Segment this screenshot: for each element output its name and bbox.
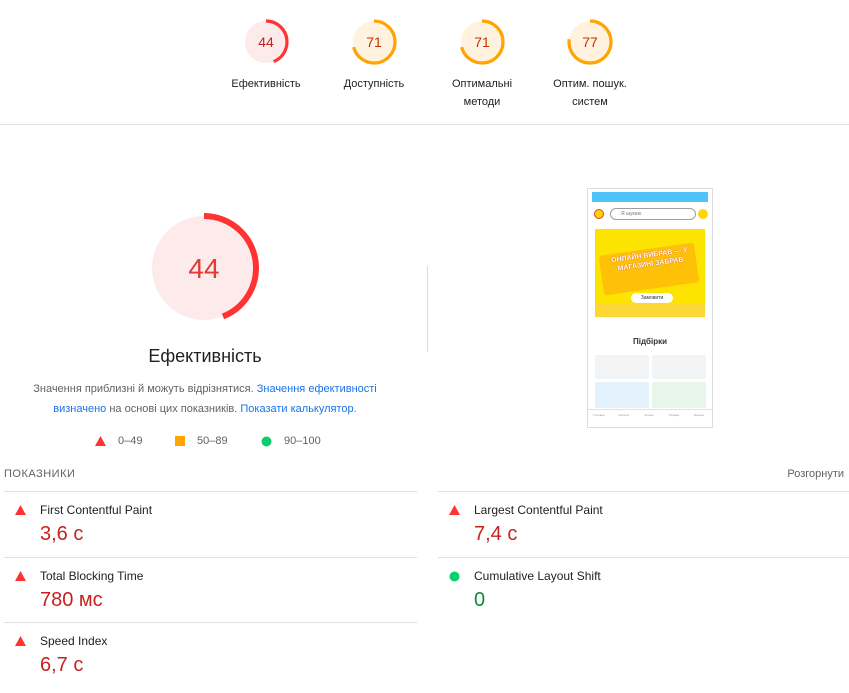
gauge-label: Доступність xyxy=(343,78,405,90)
promo-features-strip xyxy=(595,303,705,317)
main-performance-gauge: 44 xyxy=(148,212,260,324)
site-bottom-nav: Головна Каталог Кошик Обране Більше xyxy=(588,409,712,427)
metric-speed-index: Speed Index 6,7 с xyxy=(4,622,417,688)
square-icon xyxy=(175,436,185,446)
category-scores-bar: 44 Ефективність 71 Доступність 71 Оптима… xyxy=(0,0,849,125)
site-nav-item: Кошик xyxy=(644,413,654,417)
score-note: Значення приблизні й можуть відрізнятися… xyxy=(20,379,390,419)
fail-triangle-icon xyxy=(15,505,26,515)
score-ring-best-practices: 71 xyxy=(459,19,505,65)
site-section-title: Підбірки xyxy=(632,337,668,346)
expand-metrics-button[interactable]: Розгорнути xyxy=(787,468,844,480)
gauge-score: 71 xyxy=(474,34,490,50)
legend-item-pass: 90–100 xyxy=(261,432,321,450)
final-screenshot-thumbnail[interactable]: Я шукаю ОНЛАЙН ВИБРАВ — У МАГАЗИНІ ЗАБРА… xyxy=(587,188,713,428)
site-top-banner xyxy=(592,192,708,202)
gauge-label: Ефективність xyxy=(231,78,301,90)
main-score-value: 44 xyxy=(188,253,219,284)
metric-value: 7,4 с xyxy=(474,523,518,545)
metric-name: Cumulative Layout Shift xyxy=(474,569,601,583)
gauge-score: 77 xyxy=(582,34,598,50)
promo-button: Замовити xyxy=(631,293,673,303)
fail-triangle-icon xyxy=(15,571,26,581)
metrics-heading: ПОКАЗНИКИ xyxy=(4,468,76,480)
site-nav-item: Обране xyxy=(668,413,680,417)
gauge-score: 71 xyxy=(366,34,382,50)
metric-value: 780 мс xyxy=(40,589,103,611)
metric-value: 0 xyxy=(474,589,486,611)
legend-item-average: 50–89 xyxy=(175,432,228,450)
site-product-card xyxy=(652,355,706,379)
site-nav-item: Головна xyxy=(593,413,605,417)
site-search-box: Я шукаю xyxy=(610,208,696,220)
site-product-card xyxy=(595,355,649,379)
legend-item-fail: 0–49 xyxy=(95,432,142,450)
metric-tbt: Total Blocking Time 780 мс xyxy=(4,557,417,623)
metric-fcp: First Contentful Paint 3,6 с xyxy=(4,491,417,557)
gauge-accessibility[interactable]: 71 Доступність xyxy=(319,18,429,93)
metric-name: Total Blocking Time xyxy=(40,569,144,583)
score-ring-performance: 44 xyxy=(243,19,289,65)
fail-triangle-icon xyxy=(15,636,26,646)
note-text-2: на основі цих показників. xyxy=(109,403,238,415)
triangle-icon xyxy=(95,436,106,446)
score-ring-seo: 77 xyxy=(567,19,613,65)
metric-value: 3,6 с xyxy=(40,523,84,545)
gauge-label-line2: методи xyxy=(463,96,501,108)
main-score-ring: 44 xyxy=(149,213,259,323)
gauge-label-line1: Оптимальні xyxy=(451,78,513,90)
note-period: . xyxy=(353,403,357,415)
site-promo-banner: ОНЛАЙН ВИБРАВ — У МАГАЗИНІ ЗАБРАВ Замови… xyxy=(595,229,705,317)
metric-name: Speed Index xyxy=(40,634,108,648)
metric-name: First Contentful Paint xyxy=(40,503,153,517)
metric-cls: Cumulative Layout Shift 0 xyxy=(438,557,849,623)
gauge-performance[interactable]: 44 Ефективність xyxy=(211,18,321,93)
gauge-label-line1: Оптим. пошук. xyxy=(553,78,627,90)
gauge-score: 44 xyxy=(258,34,274,50)
site-product-card xyxy=(595,382,649,408)
legend-range: 90–100 xyxy=(284,435,321,447)
gauge-label-line2: систем xyxy=(572,96,608,108)
site-cart-icon xyxy=(698,209,708,219)
main-gauge-title: Ефективність xyxy=(148,346,262,366)
pass-circle-icon xyxy=(449,571,460,582)
show-calculator-link[interactable]: Показати калькулятор xyxy=(240,403,353,415)
site-logo-icon xyxy=(594,209,604,219)
gauge-seo[interactable]: 77 Оптим. пошук. систем xyxy=(535,18,645,111)
metric-lcp: Largest Contentful Paint 7,4 с xyxy=(438,491,849,557)
site-product-card xyxy=(652,382,706,408)
site-nav-item: Більше xyxy=(693,413,705,417)
vertical-divider xyxy=(427,266,428,352)
circle-icon xyxy=(261,436,272,446)
metric-value: 6,7 с xyxy=(40,654,84,676)
note-text: Значення приблизні й можуть відрізнятися… xyxy=(33,383,254,395)
site-nav-item: Каталог xyxy=(618,413,630,417)
site-search-row: Я шукаю xyxy=(592,207,708,221)
metric-name: Largest Contentful Paint xyxy=(474,503,603,517)
fail-triangle-icon xyxy=(449,505,460,515)
score-ring-accessibility: 71 xyxy=(351,19,397,65)
gauge-best-practices[interactable]: 71 Оптимальні методи xyxy=(427,18,537,111)
legend-range: 50–89 xyxy=(197,435,228,447)
legend-range: 0–49 xyxy=(118,435,143,447)
